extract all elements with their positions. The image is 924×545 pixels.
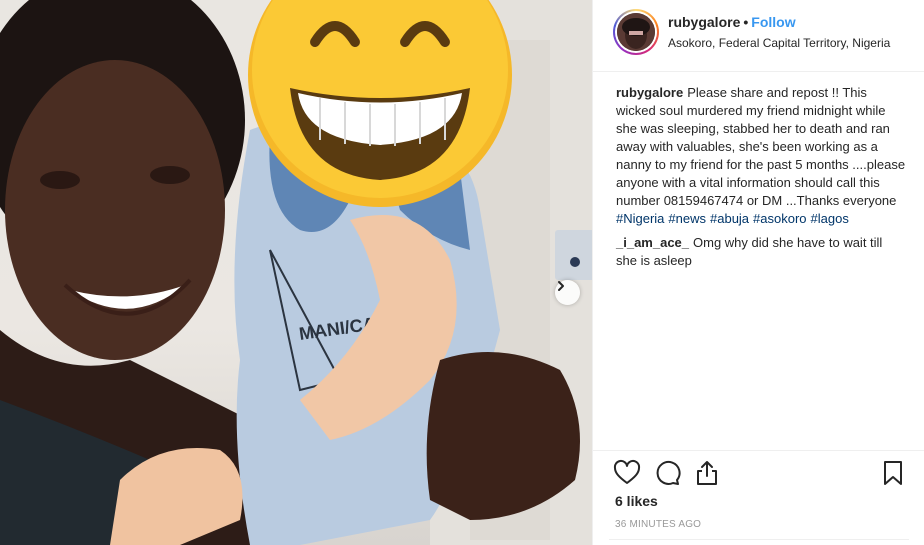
- follow-button[interactable]: Follow: [751, 14, 795, 30]
- hashtag-link[interactable]: #lagos: [811, 211, 849, 226]
- caption-text: Please share and repost !! This wicked s…: [616, 85, 906, 208]
- share-icon: [697, 461, 717, 485]
- hashtag-list: #Nigeria #news #abuja #asokoro #lagos: [616, 210, 906, 228]
- photo-illustration: MANI/CALI+: [0, 0, 592, 545]
- comment-username[interactable]: _i_am_ace_: [616, 235, 689, 250]
- share-button[interactable]: [693, 459, 721, 487]
- post-photo[interactable]: MANI/CALI+: [0, 0, 592, 545]
- location-link[interactable]: Asokoro, Federal Capital Territory, Nige…: [668, 36, 890, 50]
- post-timestamp[interactable]: 36 MINUTES AGO: [615, 519, 701, 530]
- comment-bubble-icon: [656, 460, 681, 485]
- caption: rubygalore Please share and repost !! Thi…: [616, 84, 906, 228]
- chevron-right-icon: [558, 281, 564, 291]
- comments-section: rubygalore Please share and repost !! Thi…: [616, 84, 906, 276]
- divider: [609, 539, 909, 540]
- avatar[interactable]: [613, 9, 659, 55]
- hashtag-link[interactable]: #abuja: [710, 211, 749, 226]
- comment-item: _i_am_ace_ Omg why did she have to wait t…: [616, 234, 906, 270]
- hashtag-link[interactable]: #Nigeria: [616, 211, 664, 226]
- post-header: rubygalore • Follow Asokoro, Federal Capit…: [593, 0, 924, 72]
- carousel-next-button[interactable]: [555, 280, 580, 305]
- bookmark-icon: [884, 461, 902, 485]
- comment-button[interactable]: [653, 459, 681, 487]
- action-bar: 6 likes 36 MINUTES AGO: [593, 450, 924, 545]
- avatar-image: [617, 13, 655, 51]
- separator-dot: •: [743, 14, 749, 30]
- heart-icon: [613, 459, 641, 484]
- post-side-panel: rubygalore • Follow Asokoro, Federal Capit…: [592, 0, 924, 545]
- hashtag-link[interactable]: #asokoro: [753, 211, 806, 226]
- like-button[interactable]: [613, 459, 641, 487]
- username-link[interactable]: rubygalore: [668, 14, 740, 30]
- hashtag-link[interactable]: #news: [668, 211, 706, 226]
- like-count[interactable]: 6 likes: [615, 493, 658, 509]
- caption-username[interactable]: rubygalore: [616, 85, 683, 100]
- save-button[interactable]: [879, 459, 907, 487]
